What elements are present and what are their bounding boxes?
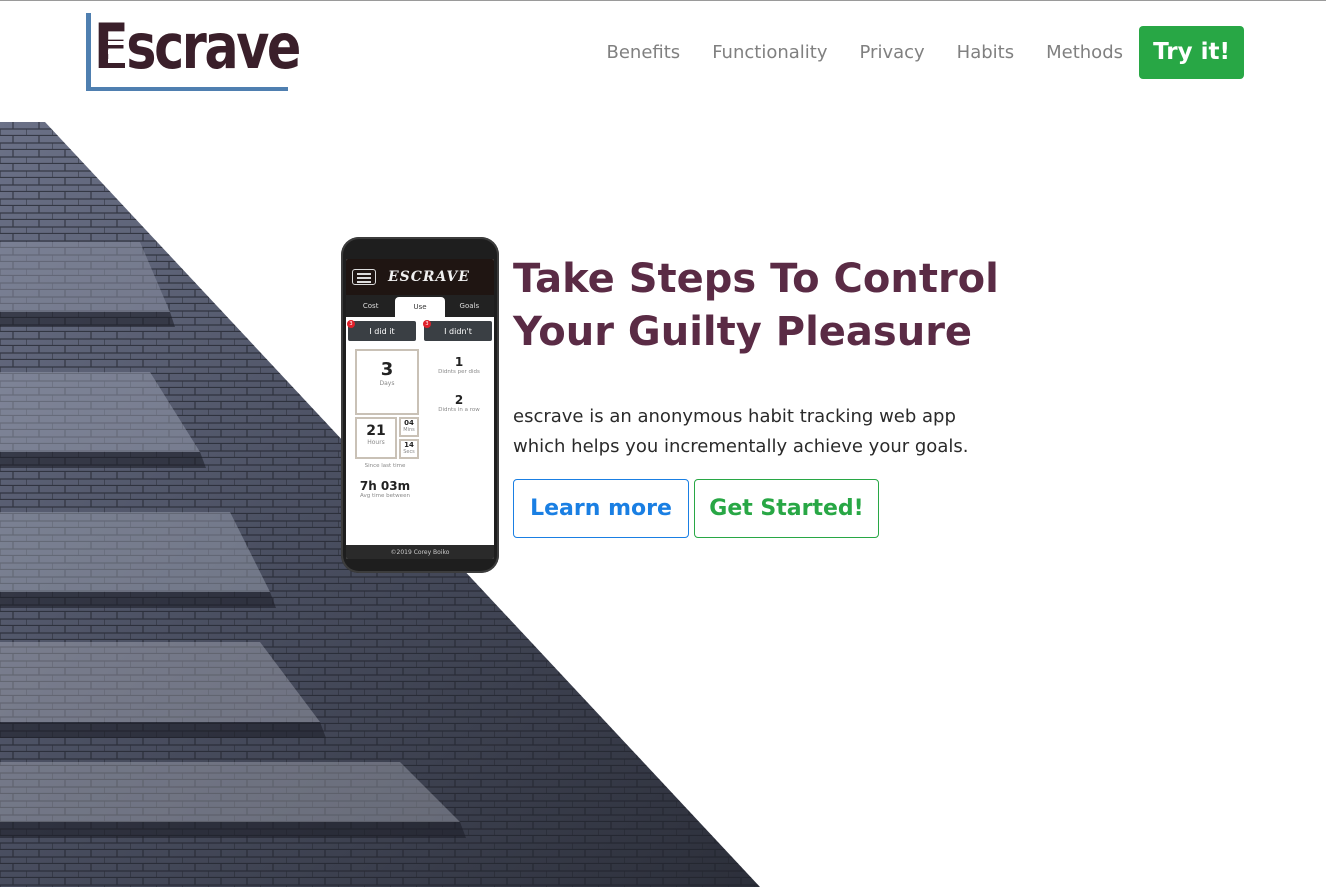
main-nav: Benefits Functionality Privacy Habits Me… [607, 25, 1244, 79]
phone-tab-goals: Goals [459, 302, 480, 310]
phone-since-text: Since last time [364, 463, 406, 469]
phone-secs-value: 14 [404, 441, 414, 449]
phone-since-label: Since last time [350, 463, 420, 469]
hero-section: ESCRAVE Cost Use Goals 3 I did it 3 I di… [0, 122, 1326, 887]
nav-item-habits[interactable]: Habits [957, 42, 1014, 63]
phone-didnts-row-label: Didnts in a row [438, 407, 480, 413]
phone-days-label: Days [379, 380, 395, 387]
phone-hours-value: 21 [366, 423, 386, 439]
logo-e-stripes [108, 41, 128, 71]
phone-didnt-label: I didn't [444, 326, 472, 336]
nav-item-methods[interactable]: Methods [1046, 42, 1123, 63]
hero-title-line2: Your Guilty Pleasure [513, 309, 973, 355]
logo-bar-horizontal [86, 87, 288, 91]
phone-did-it-button: 3 I did it [347, 320, 416, 341]
phone-mins-box: 04 Mins [399, 417, 419, 437]
logo-bar-vertical [86, 13, 91, 91]
phone-didnts-per-did: 1 Didnts per dids [424, 355, 494, 375]
phone-days-value: 3 [380, 359, 394, 380]
phone-secs-label: Secs [403, 449, 415, 455]
phone-mockup: ESCRAVE Cost Use Goals 3 I did it 3 I di… [341, 237, 499, 573]
phone-secs-box: 14 Secs [399, 439, 419, 459]
phone-tab-use: Use [395, 297, 445, 317]
hero-title: Take Steps To Control Your Guilty Pleasu… [513, 253, 999, 359]
nav-item-benefits[interactable]: Benefits [607, 42, 681, 63]
phone-footer: ©2019 Corey Boiko [346, 545, 494, 559]
hero-title-line1: Take Steps To Control [513, 256, 999, 302]
phone-hours-box: 21 Hours [355, 417, 397, 459]
phone-tabs: Cost Use Goals [346, 295, 494, 317]
phone-hours-label: Hours [367, 439, 385, 446]
phone-didnts-per-did-label: Didnts per dids [438, 369, 480, 375]
phone-screen: ESCRAVE Cost Use Goals 3 I did it 3 I di… [346, 259, 494, 559]
logo-wordmark-rest: scrave [126, 10, 301, 83]
phone-app-logo: ESCRAVE [388, 269, 470, 285]
get-started-button[interactable]: Get Started! [694, 479, 879, 538]
hero-description: escrave is an anonymous habit tracking w… [513, 402, 983, 462]
nav-item-privacy[interactable]: Privacy [860, 42, 925, 63]
phone-avg-label: Avg time between [360, 493, 410, 499]
escrave-logo[interactable]: Escrave [86, 10, 301, 93]
phone-badge: 3 [423, 320, 431, 328]
hamburger-menu-icon [352, 269, 376, 285]
learn-more-button[interactable]: Learn more [513, 479, 689, 538]
navbar: Escrave Benefits Functionality Privacy H… [0, 1, 1326, 121]
phone-tab-cost: Cost [362, 302, 379, 310]
phone-didnts-per-did-value: 1 [454, 355, 464, 369]
phone-mins-label: Mins [403, 427, 415, 433]
phone-didnts-row: 2 Didnts in a row [424, 393, 494, 413]
phone-didnt-button: 3 I didn't [423, 320, 492, 341]
try-it-button[interactable]: Try it! [1139, 25, 1244, 79]
hero-desc-line1: escrave is an anonymous habit tracking w… [513, 406, 956, 427]
phone-days-box: 3 Days [355, 349, 419, 415]
phone-stats: 3 Days 21 Hours 04 Mins 14 Secs Since la… [346, 345, 494, 525]
phone-action-buttons: 3 I did it 3 I didn't [346, 317, 494, 345]
hero-desc-line2: which helps you incrementally achieve yo… [513, 436, 969, 457]
phone-badge: 3 [347, 320, 355, 328]
phone-app-header: ESCRAVE [346, 259, 494, 295]
phone-did-it-label: I did it [369, 326, 395, 336]
nav-item-functionality[interactable]: Functionality [712, 42, 827, 63]
phone-avg-time: 7h 03m Avg time between [350, 479, 420, 499]
phone-didnts-row-value: 2 [454, 393, 464, 407]
phone-avg-value: 7h 03m [359, 479, 411, 493]
phone-mins-value: 04 [404, 419, 414, 427]
